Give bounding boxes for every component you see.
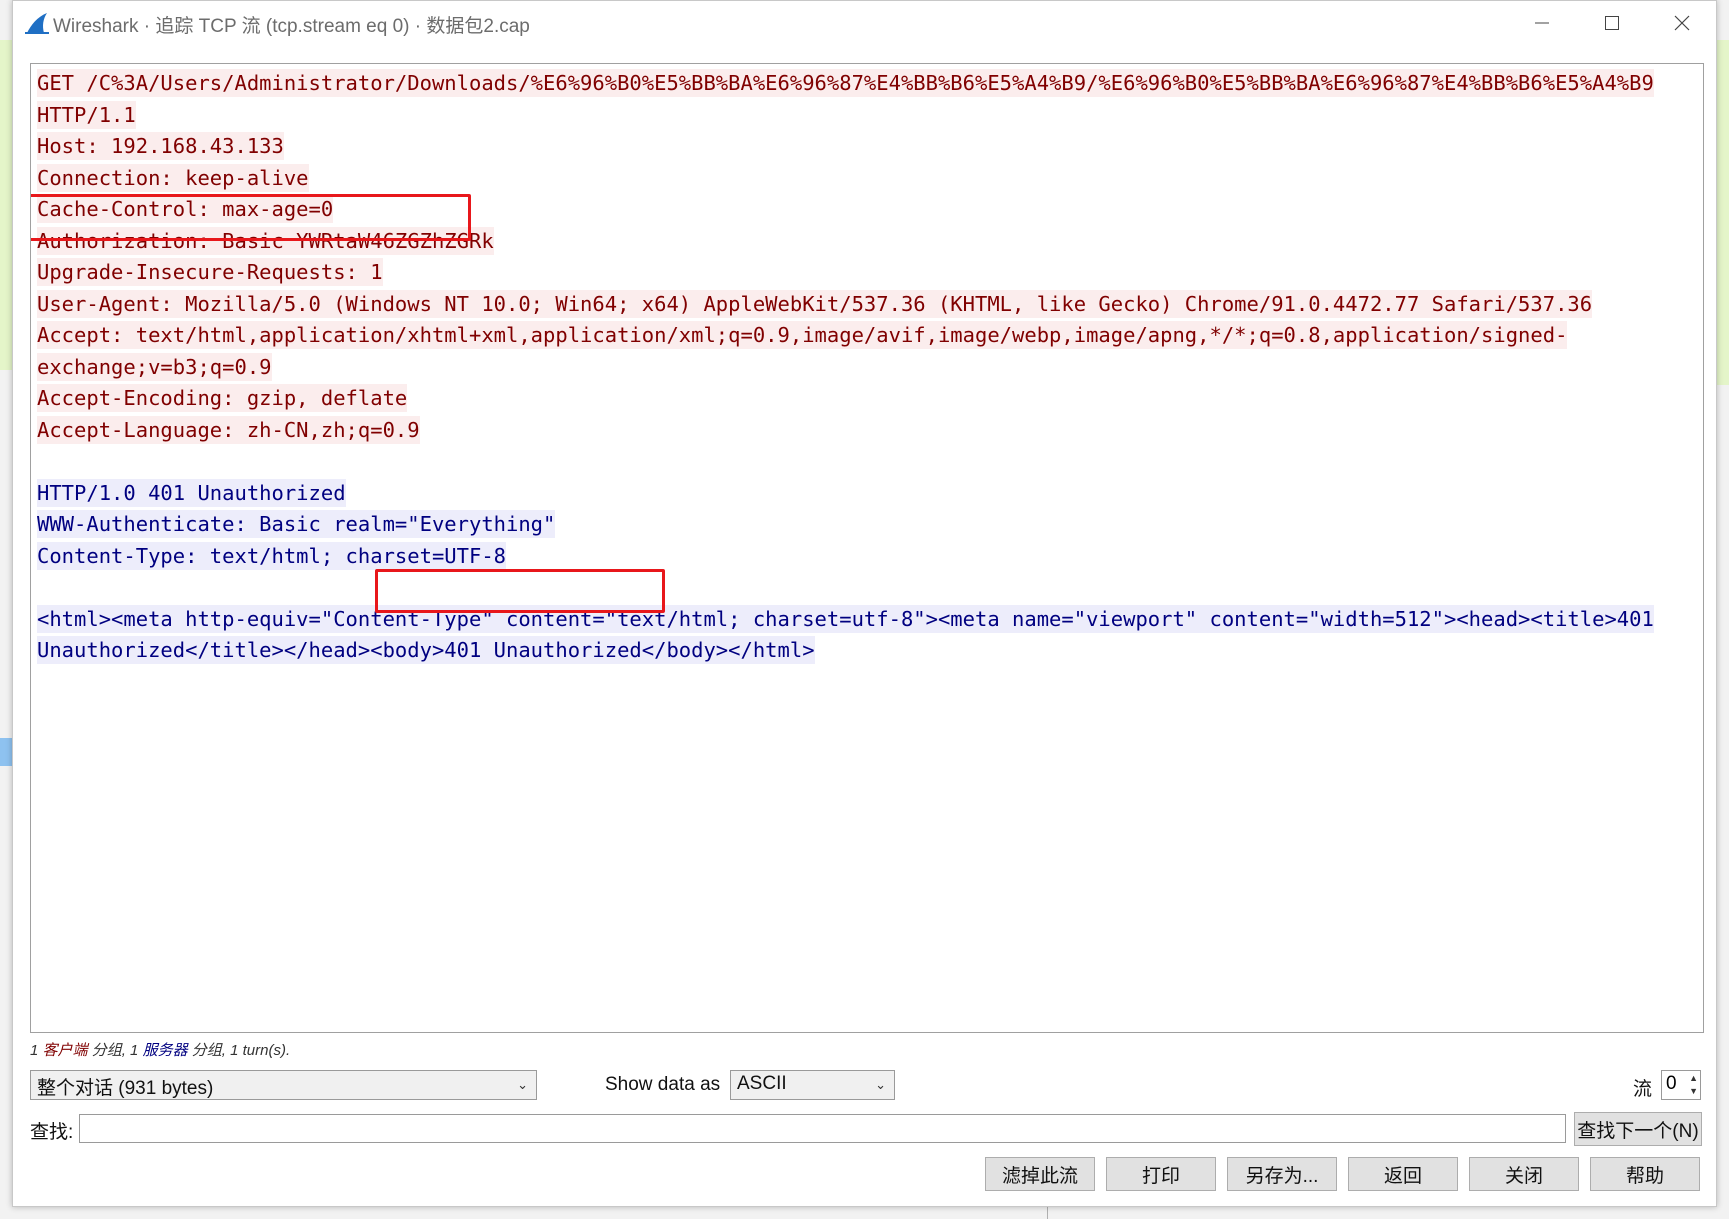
print-button[interactable]: 打印 bbox=[1106, 1157, 1216, 1191]
show-data-label: Show data as bbox=[605, 1074, 721, 1095]
stream-label: 流 bbox=[1633, 1079, 1653, 1100]
client-label: 客户端 bbox=[42, 1042, 88, 1059]
client-line: Upgrade-Insecure-Requests: 1 bbox=[37, 258, 383, 286]
client-line: exchange;v=b3;q=0.9 bbox=[37, 352, 272, 381]
save-as-button[interactable]: 另存为... bbox=[1227, 1157, 1337, 1191]
close-window-button[interactable] bbox=[1648, 1, 1716, 45]
background-app-left-edge bbox=[0, 0, 12, 1219]
stream-content: GET /C%3A/Users/Administrator/Downloads/… bbox=[37, 68, 1654, 667]
background-app-bottom-edge bbox=[0, 1207, 1729, 1219]
chevron-down-icon: ⌄ bbox=[517, 1077, 528, 1092]
find-label: 查找: bbox=[30, 1122, 74, 1143]
maximize-button[interactable] bbox=[1578, 1, 1646, 45]
wireshark-fin-icon bbox=[25, 11, 51, 35]
background-selected-row bbox=[0, 738, 12, 766]
client-line: Host: 192.168.43.133 bbox=[37, 132, 284, 160]
back-button[interactable]: 返回 bbox=[1348, 1157, 1458, 1191]
client-line: Accept-Encoding: gzip, deflate bbox=[37, 384, 408, 412]
client-line: User-Agent: Mozilla/5.0 (Windows NT 10.0… bbox=[37, 289, 1593, 318]
help-button[interactable]: 帮助 bbox=[1590, 1157, 1700, 1191]
stream-stats: 1 客户端 分组, 1 服务器 分组, 1 turn(s). bbox=[30, 1042, 291, 1059]
chevron-down-icon: ⌄ bbox=[875, 1077, 886, 1092]
server-line: WWW-Authenticate: Basic realm="Everythin… bbox=[37, 510, 556, 538]
minimize-button[interactable] bbox=[1508, 1, 1576, 45]
client-line: Accept-Language: zh-CN,zh;q=0.9 bbox=[37, 415, 420, 444]
annotation-box-body bbox=[375, 569, 665, 613]
client-line: Connection: keep-alive bbox=[37, 163, 309, 192]
conversation-select[interactable]: 整个对话 (931 bytes) ⌄ bbox=[30, 1070, 537, 1100]
filter-out-stream-button[interactable]: 滤掉此流 bbox=[985, 1157, 1095, 1191]
background-packet-rows bbox=[1717, 40, 1729, 385]
find-input[interactable] bbox=[79, 1114, 1566, 1143]
server-body-line: Unauthorized</title></head><body>401 Una… bbox=[37, 636, 815, 664]
spinner-arrows-icon[interactable]: ▲ ▼ bbox=[1689, 1072, 1698, 1098]
follow-tcp-stream-dialog: Wireshark · 追踪 TCP 流 (tcp.stream eq 0) ·… bbox=[12, 0, 1717, 1207]
server-line: HTTP/1.0 401 Unauthorized bbox=[37, 478, 346, 507]
stream-text-area[interactable]: GET /C%3A/Users/Administrator/Downloads/… bbox=[30, 63, 1704, 1033]
client-line: HTTP/1.1 bbox=[37, 100, 136, 129]
title-bar: Wireshark · 追踪 TCP 流 (tcp.stream eq 0) ·… bbox=[13, 1, 1716, 47]
annotation-box-authorization bbox=[31, 194, 471, 241]
server-line: Content-Type: text/html; charset=UTF-8 bbox=[37, 541, 506, 570]
show-data-as-select[interactable]: ASCII ⌄ bbox=[730, 1070, 895, 1100]
client-line: Accept: text/html,application/xhtml+xml,… bbox=[37, 321, 1568, 349]
client-line: GET /C%3A/Users/Administrator/Downloads/… bbox=[37, 69, 1654, 97]
window-title: Wireshark · 追踪 TCP 流 (tcp.stream eq 0) ·… bbox=[53, 16, 530, 37]
close-button[interactable]: 关闭 bbox=[1469, 1157, 1579, 1191]
find-next-button[interactable]: 查找下一个(N) bbox=[1574, 1112, 1702, 1146]
server-body-line: <html><meta http-equiv="Content-Type" co… bbox=[37, 604, 1654, 633]
background-app-right-edge bbox=[1717, 0, 1729, 1219]
background-packet-rows bbox=[0, 40, 12, 370]
stream-number-spinner[interactable]: 0 ▲ ▼ bbox=[1661, 1070, 1701, 1100]
server-label: 服务器 bbox=[142, 1042, 188, 1059]
